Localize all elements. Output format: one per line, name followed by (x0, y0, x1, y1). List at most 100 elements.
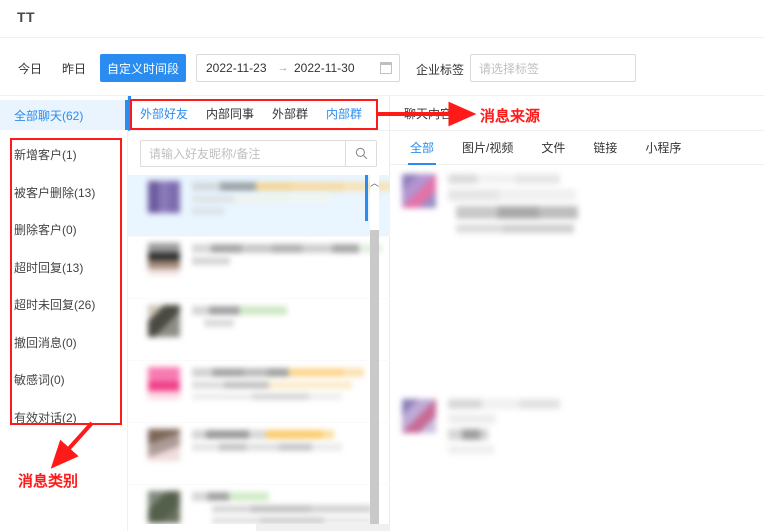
tab-miniprogram[interactable]: 小程序 (639, 131, 687, 165)
avatar (148, 305, 180, 337)
list-item-line (192, 381, 352, 389)
message-line (448, 445, 494, 454)
date-end-value[interactable]: 2022-11-30 (294, 61, 360, 75)
list-item-line (192, 182, 390, 191)
tab-internal-colleagues[interactable]: 内部同事 (197, 96, 263, 131)
sidebar-item-label: 删除客户(0) (14, 223, 77, 238)
sidebar-item-delete-customer[interactable]: 删除客户(0) (0, 211, 128, 249)
date-start-value[interactable]: 2022-11-23 (206, 61, 272, 75)
filter-today-button[interactable]: 今日 (14, 55, 46, 81)
list-item[interactable] (128, 361, 390, 423)
message-line (456, 224, 574, 233)
message-line (448, 189, 576, 201)
list-item-line (192, 430, 334, 439)
sidebar-item-recalled-message[interactable]: 撤回消息(0) (0, 324, 128, 362)
sidebar-item-label: 超时未回复(26) (14, 298, 96, 313)
date-range-arrow-icon: → (277, 62, 289, 74)
sidebar-item-late-reply[interactable]: 超时回复(13) (0, 249, 128, 287)
tab-image-video[interactable]: 图片/视频 (456, 131, 519, 165)
message-line (456, 206, 578, 219)
list-item-line (212, 517, 372, 524)
list-item-line (192, 393, 342, 400)
sidebar-item-label: 有效对话(2) (14, 410, 77, 425)
annotation-label-category: 消息类别 (18, 473, 79, 490)
message-line (448, 174, 560, 184)
avatar (148, 181, 180, 213)
list-item-line (192, 257, 230, 265)
list-item[interactable] (128, 237, 390, 299)
avatar (148, 367, 180, 399)
conversation-list[interactable] (128, 175, 390, 524)
content-type-tabs: 全部 图片/视频 文件 链接 小程序 (390, 131, 764, 165)
list-item-line (204, 319, 234, 327)
annotation-label-source: 消息来源 (480, 108, 541, 125)
list-item-line (192, 492, 269, 501)
list-item-line (192, 195, 332, 203)
list-item-line (192, 207, 224, 215)
list-item-line (192, 443, 342, 451)
filter-yesterday-button[interactable]: 昨日 (58, 55, 90, 81)
sidebar-item-no-reply[interactable]: 超时未回复(26) (0, 286, 128, 324)
filter-toolbar: 今日 昨日 自定义时间段 2022-11-23 → 2022-11-30 企业标… (0, 39, 764, 95)
list-item[interactable] (128, 175, 390, 237)
list-item-content (192, 305, 380, 360)
message-line (448, 429, 488, 440)
avatar (148, 243, 180, 275)
tab-internal-groups[interactable]: 内部群 (317, 96, 371, 131)
search-icon[interactable] (346, 147, 376, 160)
list-item-content (192, 243, 382, 298)
calendar-icon (380, 62, 392, 74)
tab-external-groups[interactable]: 外部群 (263, 96, 317, 131)
tab-link[interactable]: 链接 (587, 131, 623, 165)
list-item-content (192, 429, 380, 484)
list-item-line (192, 368, 364, 377)
sidebar-item-label: 敏感词(0) (14, 373, 65, 388)
list-item-line (212, 505, 372, 513)
app-window: TT 今日 昨日 自定义时间段 2022-11-23 → 2022-11-30 … (0, 0, 764, 531)
list-item[interactable] (128, 423, 390, 485)
enterprise-tag-select[interactable]: 请选择标签 (470, 54, 636, 82)
chat-content-label[interactable]: 聊天内容 (404, 105, 452, 122)
sidebar-item-valid-conversation[interactable]: 有效对话(2) (0, 399, 128, 437)
message-line (448, 399, 560, 409)
message-item (402, 399, 560, 459)
list-item[interactable] (128, 299, 390, 361)
sidebar-item-label: 超时回复(13) (14, 260, 84, 275)
tab-all[interactable]: 全部 (404, 131, 440, 165)
search-input[interactable]: 请输入好友昵称/备注 (140, 140, 377, 167)
sidebar-item-all-chats[interactable]: 全部聊天(62) (0, 100, 128, 130)
sidebar-item-label: 被客户删除(13) (14, 185, 96, 200)
main-content: 全部聊天(62) 新增客户(1) 被客户删除(13) 删除客户(0) 超时回复(… (0, 95, 764, 531)
message-body (448, 399, 560, 459)
sidebar-item-label: 撤回消息(0) (14, 335, 77, 350)
enterprise-tag-placeholder: 请选择标签 (479, 61, 540, 76)
sidebar-item-label: 新增客户(1) (14, 148, 77, 163)
date-range-picker[interactable]: 2022-11-23 → 2022-11-30 (196, 54, 400, 82)
chat-content-panel: 聊天内容 全部 图片/视频 文件 链接 小程序 (390, 96, 764, 531)
sidebar-item-new-customer[interactable]: 新增客户(1) (0, 136, 128, 174)
avatar (402, 174, 436, 208)
scroll-up-icon[interactable]: ︿ (370, 175, 379, 189)
source-tabs: 外部好友 内部同事 外部群 内部群 (128, 96, 390, 131)
chat-content-header: 聊天内容 (390, 96, 764, 131)
filter-custom-range-button[interactable]: 自定义时间段 (100, 54, 186, 82)
sidebar-item-sensitive-word[interactable]: 敏感词(0) (0, 361, 128, 399)
enterprise-tag-label: 企业标签 (416, 63, 465, 77)
avatar (148, 491, 180, 523)
message-line (448, 414, 496, 424)
page-title: TT (17, 9, 36, 25)
avatar (148, 429, 180, 461)
tab-external-friends[interactable]: 外部好友 (131, 96, 197, 131)
window-titlebar: TT (0, 0, 764, 38)
sidebar-item-all-chats-label: 全部聊天(62) (14, 108, 84, 123)
tab-file[interactable]: 文件 (535, 131, 571, 165)
sidebar-item-deleted-by-customer[interactable]: 被客户删除(13) (0, 174, 128, 212)
conversation-column: 外部好友 内部同事 外部群 内部群 请输入好友昵称/备注 ︿ (128, 96, 518, 531)
category-sidebar: 全部聊天(62) 新增客户(1) 被客户删除(13) 删除客户(0) 超时回复(… (0, 96, 128, 531)
list-item[interactable] (128, 485, 390, 524)
list-item-content (192, 181, 390, 236)
list-item-line (192, 244, 382, 253)
list-item-line (192, 306, 287, 315)
avatar (402, 399, 436, 433)
list-item-content (192, 491, 380, 524)
